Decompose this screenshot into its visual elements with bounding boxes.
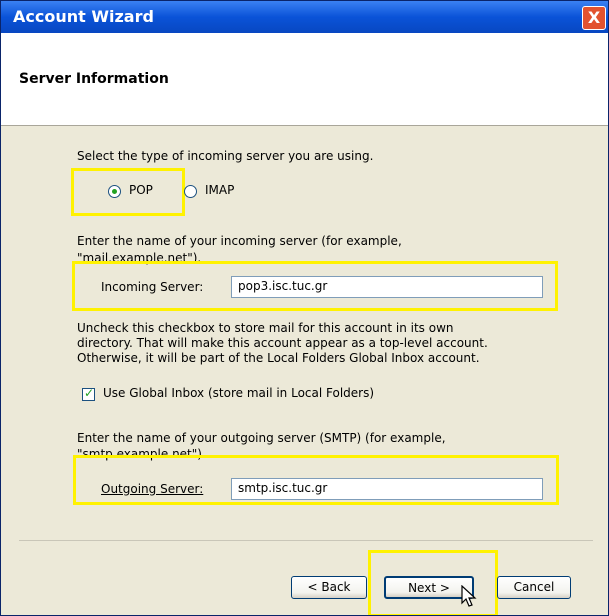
incoming-server-value: pop3.isc.tuc.gr xyxy=(238,279,328,293)
server-type-prompt: Select the type of incoming server you a… xyxy=(77,149,374,163)
outgoing-server-input[interactable]: smtp.isc.tuc.gr xyxy=(231,478,543,500)
global-inbox-checkbox[interactable]: ✓ xyxy=(82,386,95,401)
window-title: Account Wizard xyxy=(13,7,154,26)
wizard-content: Select the type of incoming server you a… xyxy=(1,125,608,615)
imap-radio[interactable] xyxy=(184,185,197,198)
page-title: Server Information xyxy=(19,71,169,87)
outgoing-prompt-line1: Enter the name of your outgoing server (… xyxy=(77,431,446,445)
mouse-pointer-icon xyxy=(461,585,477,607)
incoming-prompt-line1: Enter the name of your incoming server (… xyxy=(77,234,402,248)
close-icon: X xyxy=(587,8,601,27)
global-inbox-description-line2: directory. That will make this account a… xyxy=(77,336,488,350)
pop-radio[interactable] xyxy=(108,185,121,198)
pop-highlight xyxy=(71,168,185,216)
footer-separator xyxy=(19,540,593,541)
close-button[interactable]: X xyxy=(582,6,606,30)
outgoing-server-label: Outgoing Server: xyxy=(101,482,203,496)
outgoing-server-label-text: Outgoing Server: xyxy=(101,482,204,496)
wizard-header: Server Information xyxy=(1,33,608,126)
global-inbox-label[interactable]: Use Global Inbox (store mail in Local Fo… xyxy=(103,386,374,400)
back-button[interactable]: < Back xyxy=(291,576,367,599)
global-inbox-description-line3: Otherwise, it will be part of the Local … xyxy=(77,351,480,365)
imap-label[interactable]: IMAP xyxy=(205,183,234,197)
cancel-button[interactable]: Cancel xyxy=(497,576,571,599)
account-wizard-window: Account Wizard X Server Information Sele… xyxy=(0,0,609,616)
title-bar: Account Wizard X xyxy=(1,1,608,33)
checkmark-icon: ✓ xyxy=(84,386,95,400)
pop-label[interactable]: POP xyxy=(129,183,153,197)
global-inbox-description-line1: Uncheck this checkbox to store mail for … xyxy=(77,321,454,335)
outgoing-server-value: smtp.isc.tuc.gr xyxy=(238,481,328,495)
incoming-server-input[interactable]: pop3.isc.tuc.gr xyxy=(231,276,543,298)
incoming-server-label: Incoming Server: xyxy=(101,280,204,294)
